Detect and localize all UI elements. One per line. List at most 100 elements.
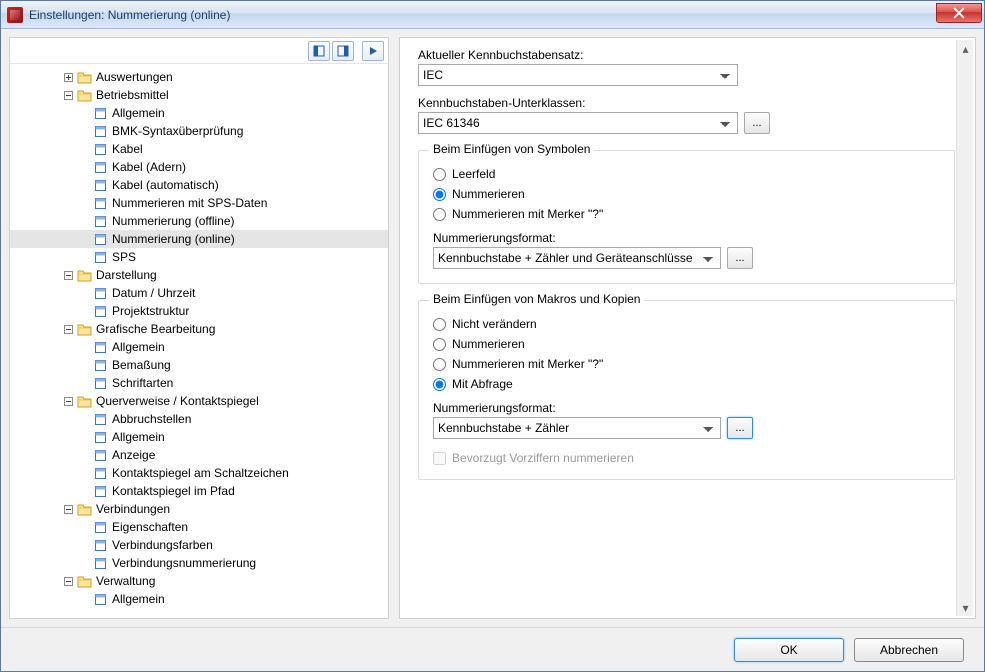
tree-node[interactable]: Allgemein	[10, 338, 388, 356]
collapse-icon[interactable]	[62, 503, 74, 515]
tree-node[interactable]: Datum / Uhrzeit	[10, 284, 388, 302]
format2-label: Nummerierungsformat:	[433, 401, 940, 415]
tree-node[interactable]: Querverweise / Kontaktspiegel	[10, 392, 388, 410]
tree-node[interactable]: Kabel	[10, 140, 388, 158]
radio-number2[interactable]	[433, 338, 446, 351]
play-button[interactable]	[362, 41, 384, 61]
format2-browse-button[interactable]: ...	[727, 417, 753, 439]
scroll-down-icon: ▾	[957, 599, 974, 616]
tree-node[interactable]: Nummerierung (online)	[10, 230, 388, 248]
collapse-icon[interactable]	[62, 395, 74, 407]
page-icon	[92, 250, 108, 264]
tree-node-label: Nummerierung (offline)	[112, 214, 235, 228]
tree-node[interactable]: Darstellung	[10, 266, 388, 284]
tree-node[interactable]: Grafische Bearbeitung	[10, 320, 388, 338]
radio-keep[interactable]	[433, 318, 446, 331]
radio-number[interactable]	[433, 188, 446, 201]
tree-node-label: Anzeige	[112, 448, 155, 462]
format2-select[interactable]: Kennbuchstabe + Zähler	[433, 417, 721, 439]
form-scrollbar[interactable]: ▴ ▾	[956, 40, 973, 616]
format1-browse-button[interactable]: ...	[727, 247, 753, 269]
ok-button[interactable]: OK	[734, 638, 844, 662]
page-icon	[92, 484, 108, 498]
tree-node[interactable]: Verbindungen	[10, 500, 388, 518]
page-icon	[92, 340, 108, 354]
tree-scroll[interactable]: AuswertungenBetriebsmittel Allgemein BMK-S…	[10, 64, 388, 618]
expand-right-button[interactable]	[332, 41, 354, 61]
collapse-icon[interactable]	[62, 89, 74, 101]
page-icon	[92, 196, 108, 210]
tree-node[interactable]: Bemaßung	[10, 356, 388, 374]
page-icon	[92, 286, 108, 300]
tree-node-label: Schriftarten	[112, 376, 173, 390]
subclass-select[interactable]: IEC 61346	[418, 112, 738, 134]
cancel-button[interactable]: Abbrechen	[854, 638, 964, 662]
tree-node-label: Allgemein	[112, 106, 165, 120]
page-icon	[92, 412, 108, 426]
tree-node[interactable]: Nummerieren mit SPS-Daten	[10, 194, 388, 212]
folder-icon	[76, 322, 92, 336]
tree-node-label: Eigenschaften	[112, 520, 188, 534]
collapse-icon[interactable]	[62, 575, 74, 587]
charset-label: Aktueller Kennbuchstabensatz:	[418, 48, 955, 62]
tree-node[interactable]: Anzeige	[10, 446, 388, 464]
radio-empty-field-label: Leerfeld	[452, 167, 495, 181]
close-icon	[953, 7, 965, 19]
tree-node[interactable]: Abbruchstellen	[10, 410, 388, 428]
tree-node-label: Datum / Uhrzeit	[112, 286, 195, 300]
subclass-label: Kennbuchstaben-Unterklassen:	[418, 96, 955, 110]
format1-select[interactable]: Kennbuchstabe + Zähler und Geräteanschlü…	[433, 247, 721, 269]
tree-node[interactable]: Eigenschaften	[10, 518, 388, 536]
tree-node-label: SPS	[112, 250, 136, 264]
tree-node-label: Darstellung	[96, 268, 157, 282]
tree-node[interactable]: Nummerierung (offline)	[10, 212, 388, 230]
page-icon	[92, 124, 108, 138]
expand-left-button[interactable]	[308, 41, 330, 61]
radio-number-marker[interactable]	[433, 208, 446, 221]
tree-node[interactable]: SPS	[10, 248, 388, 266]
tree-node[interactable]: Allgemein	[10, 590, 388, 608]
tree-node-label: Allgemein	[112, 430, 165, 444]
tree-node-label: Verbindungen	[96, 502, 170, 516]
tree-node[interactable]: Kontaktspiegel im Pfad	[10, 482, 388, 500]
collapse-icon[interactable]	[62, 323, 74, 335]
tree-toolbar	[10, 38, 388, 64]
group-insert-symbols-legend: Beim Einfügen von Symbolen	[429, 142, 594, 156]
page-icon	[92, 538, 108, 552]
close-button[interactable]	[936, 3, 982, 23]
collapse-icon[interactable]	[62, 269, 74, 281]
folder-icon	[76, 88, 92, 102]
subclass-browse-button[interactable]: ...	[744, 112, 770, 134]
page-icon	[92, 214, 108, 228]
folder-icon	[76, 268, 92, 282]
app-icon	[7, 7, 23, 23]
tree-node[interactable]: Kabel (Adern)	[10, 158, 388, 176]
tree-node[interactable]: Kontaktspiegel am Schaltzeichen	[10, 464, 388, 482]
form-scroll[interactable]: Aktueller Kennbuchstabensatz: IEC Kennbu…	[400, 38, 975, 618]
charset-select[interactable]: IEC	[418, 64, 738, 86]
expand-icon[interactable]	[62, 71, 74, 83]
format1-label: Nummerierungsformat:	[433, 231, 940, 245]
radio-prompt[interactable]	[433, 378, 446, 391]
radio-number2-label: Nummerieren	[452, 337, 525, 351]
dialog-footer: OK Abbrechen	[1, 627, 984, 671]
tree-node[interactable]: Allgemein	[10, 428, 388, 446]
nav-tree: AuswertungenBetriebsmittel Allgemein BMK-S…	[10, 68, 388, 608]
tree-node-label: Projektstruktur	[112, 304, 189, 318]
tree-node[interactable]: Verwaltung	[10, 572, 388, 590]
tree-node[interactable]: Auswertungen	[10, 68, 388, 86]
tree-node[interactable]: Kabel (automatisch)	[10, 176, 388, 194]
tree-node-label: Abbruchstellen	[112, 412, 191, 426]
tree-node[interactable]: Betriebsmittel	[10, 86, 388, 104]
radio-empty-field[interactable]	[433, 168, 446, 181]
tree-node[interactable]: BMK-Syntaxüberprüfung	[10, 122, 388, 140]
tree-node[interactable]: Projektstruktur	[10, 302, 388, 320]
tree-node[interactable]: Verbindungsfarben	[10, 536, 388, 554]
prefer-prefix-checkbox	[433, 452, 446, 465]
tree-node[interactable]: Verbindungsnummerierung	[10, 554, 388, 572]
tree-node[interactable]: Allgemein	[10, 104, 388, 122]
tree-node[interactable]: Schriftarten	[10, 374, 388, 392]
page-icon	[92, 592, 108, 606]
tree-node-label: Kontaktspiegel im Pfad	[112, 484, 235, 498]
radio-number-marker2[interactable]	[433, 358, 446, 371]
